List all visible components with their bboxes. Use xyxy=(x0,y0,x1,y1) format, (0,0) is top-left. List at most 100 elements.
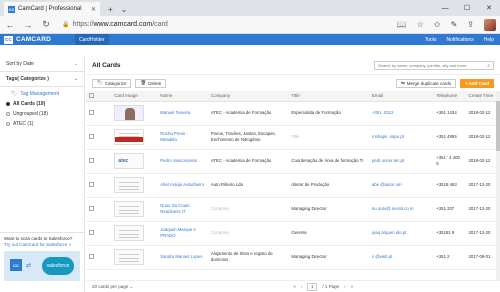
url-field[interactable]: 🔒 https:// www.camcard.com /card xyxy=(58,19,358,31)
search-icon[interactable]: ⌕ xyxy=(487,63,490,69)
card-image[interactable] xyxy=(114,201,145,217)
share-icon[interactable]: ⇪ xyxy=(467,20,474,29)
email-cell[interactable]: nu outo@ nessit.co m xyxy=(368,197,434,222)
email-cell[interactable]: s @web.pt xyxy=(368,245,434,270)
contact-name[interactable]: Pedro Vasconcelos xyxy=(157,149,208,174)
sidebar-item-all-cards[interactable]: All Cards (19) xyxy=(6,99,78,109)
col-header[interactable]: Company xyxy=(207,91,289,102)
back-icon[interactable]: ← xyxy=(4,20,16,30)
table-row[interactable]: Sandro Manuel Lopes Alojamento de Sites e… xyxy=(86,245,500,270)
minimize-icon[interactable]: — xyxy=(434,0,456,16)
email-cell[interactable]: joaq arquen ido.pt xyxy=(368,221,434,246)
table-scrollbar[interactable] xyxy=(496,91,500,280)
per-page-select[interactable]: 20 cards per page ⌄ xyxy=(92,284,133,290)
table-row[interactable]: Joaquim Marque s PRADO Company Gerente joaq… xyxy=(86,221,500,246)
nav-notifications[interactable]: Notifications xyxy=(446,37,473,43)
refresh-icon[interactable]: ↻ xyxy=(40,19,52,30)
table-row[interactable]: atec Pedro Vasconcelos ATEC - Academia de … xyxy=(86,149,500,174)
table-row[interactable]: Manuel Teixeira ATEC - Academia de Formaç… xyxy=(86,101,500,126)
search-box[interactable]: ⌕ xyxy=(374,61,494,70)
profile-avatar[interactable] xyxy=(484,18,496,31)
contact-name[interactable]: Abel Araújo Autoribeiro xyxy=(157,173,208,198)
table-row[interactable]: Abel Araújo Autoribeiro Auto Ribeiro Lda d… xyxy=(86,173,500,198)
categorize-button[interactable]: 🏷 Categorize xyxy=(92,78,132,88)
email-cell[interactable]: rochapn .sapo.pt xyxy=(368,125,434,150)
merge-duplicates-button[interactable]: ⇆ Merge duplicate cards xyxy=(395,78,457,88)
add-card-button[interactable]: + Add Card xyxy=(460,78,494,88)
row-checkbox[interactable] xyxy=(89,109,94,115)
first-page-icon[interactable]: « xyxy=(293,284,296,289)
sidebar-item-ungrouped[interactable]: Ungrouped (18) xyxy=(6,109,78,119)
forward-icon[interactable]: → xyxy=(22,20,34,30)
col-header[interactable]: Title xyxy=(288,91,369,102)
pen-icon[interactable]: ✎ xyxy=(451,20,458,29)
title-cell: diretor de Produção xyxy=(288,173,369,198)
title-cell: Especialista de Formação xyxy=(288,101,369,126)
delete-button[interactable]: 🗑 Delete xyxy=(135,78,167,88)
new-tab-icon[interactable]: + xyxy=(108,2,113,16)
card-image[interactable] xyxy=(114,177,145,193)
card-image[interactable] xyxy=(114,225,145,241)
title-cell: Coordenação de Área de formação TI xyxy=(288,149,369,174)
col-header[interactable]: Email xyxy=(368,91,434,102)
card-image-cell xyxy=(111,221,158,246)
merge-label: Merge duplicate cards xyxy=(406,80,452,86)
contact-name[interactable]: Manuel Teixeira xyxy=(157,101,208,126)
col-header[interactable]: Create Time xyxy=(465,91,500,102)
contact-name[interactable]: Joaquim Marque s PRADO xyxy=(157,221,208,246)
contact-name[interactable]: Nuno Sa Couto Readiness IT xyxy=(157,197,208,222)
card-image[interactable] xyxy=(114,105,145,121)
table-row[interactable]: Nuno Sa Couto Readiness IT Company Managin… xyxy=(86,197,500,222)
atec-logo: atec xyxy=(118,158,129,164)
camcard-logo[interactable]: CC CAMCARD xyxy=(0,35,75,44)
row-checkbox[interactable] xyxy=(89,253,94,259)
tab-list-chevron-icon[interactable]: ⌄ xyxy=(121,2,128,16)
table-row[interactable]: Rocha Preus - Meadela Pneus, Travões, Jan… xyxy=(86,125,500,150)
last-page-icon[interactable]: » xyxy=(351,284,354,289)
sort-dropdown[interactable]: Sort by Date ⌄ xyxy=(0,57,84,72)
nav-help[interactable]: Help xyxy=(484,37,494,43)
col-header[interactable]: Name xyxy=(157,91,208,102)
contact-name[interactable]: Rocha Preus - Meadela xyxy=(157,125,208,150)
row-checkbox[interactable] xyxy=(89,181,94,187)
favorites-list-icon[interactable]: ✩ xyxy=(434,20,441,29)
maximize-icon[interactable]: ☐ xyxy=(456,0,478,16)
next-page-icon[interactable]: › xyxy=(344,284,346,289)
row-checkbox[interactable] xyxy=(89,205,94,211)
email-cell[interactable]: +351 .0312 xyxy=(368,101,434,126)
contact-name[interactable]: Sandro Manuel Lopes xyxy=(157,245,208,270)
scrollbar-thumb[interactable] xyxy=(496,101,500,151)
sidebar-item-atec[interactable]: ATEC (1) xyxy=(6,119,78,129)
telephone-cell: +351 2 xyxy=(433,245,466,270)
close-window-icon[interactable]: ✕ xyxy=(478,0,500,16)
telephone-cell: +351 ' 4 400 5 xyxy=(433,149,466,174)
company-cell: Auto Ribeiro Lda xyxy=(207,173,289,198)
favorite-star-icon[interactable]: ☆ xyxy=(417,20,424,29)
email-cell[interactable]: pedr oncer tec.pt xyxy=(368,149,434,174)
nav-tools[interactable]: Tools xyxy=(425,37,437,43)
camcard-logo-icon: CC xyxy=(10,259,22,271)
row-checkbox[interactable] xyxy=(89,133,94,139)
row-checkbox[interactable] xyxy=(89,157,94,163)
promo-link[interactable]: Try out CamCard for Salesforce > xyxy=(4,242,80,247)
card-image[interactable] xyxy=(114,249,145,265)
promo-illustration[interactable]: CC ⇄ salesforce xyxy=(4,251,80,281)
col-header[interactable]: Telephone xyxy=(433,91,466,102)
telephone-cell: +351 4955 xyxy=(433,125,466,150)
card-image[interactable]: atec xyxy=(114,153,145,169)
row-checkbox[interactable] xyxy=(89,229,94,235)
col-header[interactable]: Card Image xyxy=(111,91,158,102)
prev-page-icon[interactable]: ‹ xyxy=(301,284,303,289)
tag-management-link[interactable]: 🏷 Tag Management xyxy=(6,89,78,99)
reading-view-icon[interactable]: 📖 xyxy=(397,20,407,29)
browser-tab[interactable]: CC CamCard | Professional ✕ xyxy=(4,2,100,16)
select-all-checkbox[interactable] xyxy=(89,92,94,98)
card-image[interactable] xyxy=(114,129,145,145)
page-input[interactable]: 1 xyxy=(307,282,318,291)
tags-header[interactable]: Tags( Categorize ) ⌄ xyxy=(0,72,84,87)
company-cell: ATEC - Academia de Formação xyxy=(207,101,289,126)
nav-cardholder[interactable]: CardHolder xyxy=(75,34,109,45)
email-cell[interactable]: abe @autor om xyxy=(368,173,434,198)
tab-close-icon[interactable]: ✕ xyxy=(91,6,96,13)
search-input[interactable] xyxy=(378,63,488,68)
